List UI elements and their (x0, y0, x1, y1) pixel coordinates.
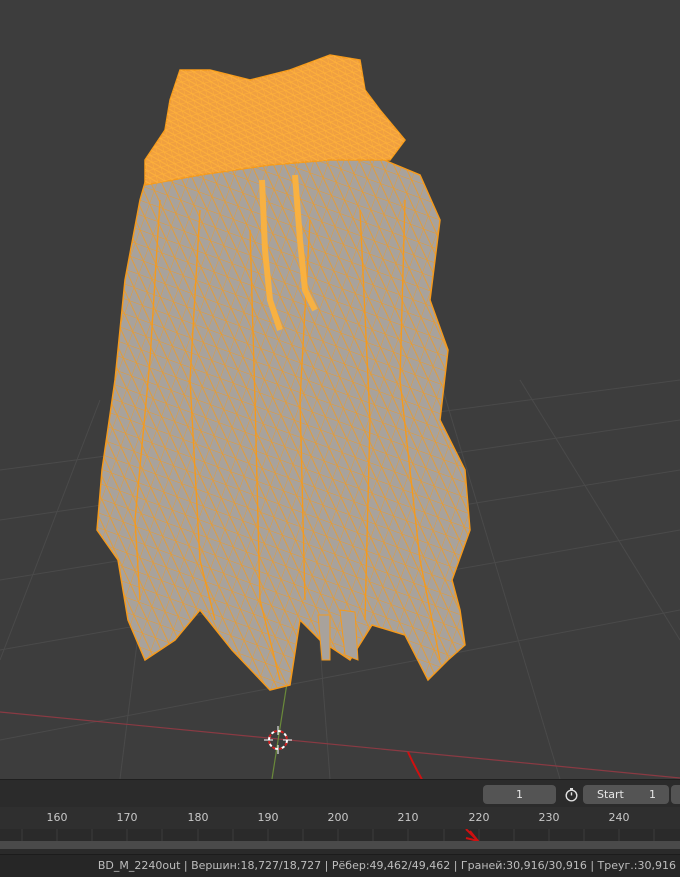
start-frame-label: Start (597, 788, 624, 801)
frame-tick: 220 (468, 811, 490, 824)
stopwatch-icon[interactable] (561, 785, 581, 804)
frame-tick: 210 (397, 811, 419, 824)
frame-tick: 190 (257, 811, 279, 824)
frame-tick: 240 (608, 811, 630, 824)
timeline-ruler[interactable]: 160 170 180 190 200 210 220 230 240 (0, 807, 680, 829)
frame-tick: 170 (116, 811, 138, 824)
frame-tick: 180 (187, 811, 209, 824)
frame-tick: 200 (327, 811, 349, 824)
timeline-tick-marks (21, 829, 655, 841)
frame-tick: 230 (538, 811, 560, 824)
scene-statistics: BD_M_2240out | Вершин:18,727/18,727 | Рё… (97, 859, 676, 872)
frame-tick: 160 (46, 811, 68, 824)
x-axis-line (0, 711, 680, 779)
start-frame-value: 1 (649, 788, 656, 801)
timeline-header: 1 Start 1 (0, 779, 680, 808)
cloak-mesh[interactable] (96, 54, 471, 691)
timeline-track[interactable] (0, 829, 680, 854)
status-bar: BD_M_2240out | Вершин:18,727/18,727 | Рё… (0, 854, 680, 877)
timeline-scrollbar[interactable] (0, 841, 680, 849)
current-frame-field[interactable]: 1 (483, 785, 556, 804)
start-frame-field[interactable]: Start 1 (583, 785, 669, 804)
end-frame-field[interactable] (671, 785, 680, 804)
annotation-arrow-icon (407, 751, 423, 779)
cloak-wireframe (97, 140, 470, 690)
3d-viewport[interactable] (0, 0, 680, 779)
